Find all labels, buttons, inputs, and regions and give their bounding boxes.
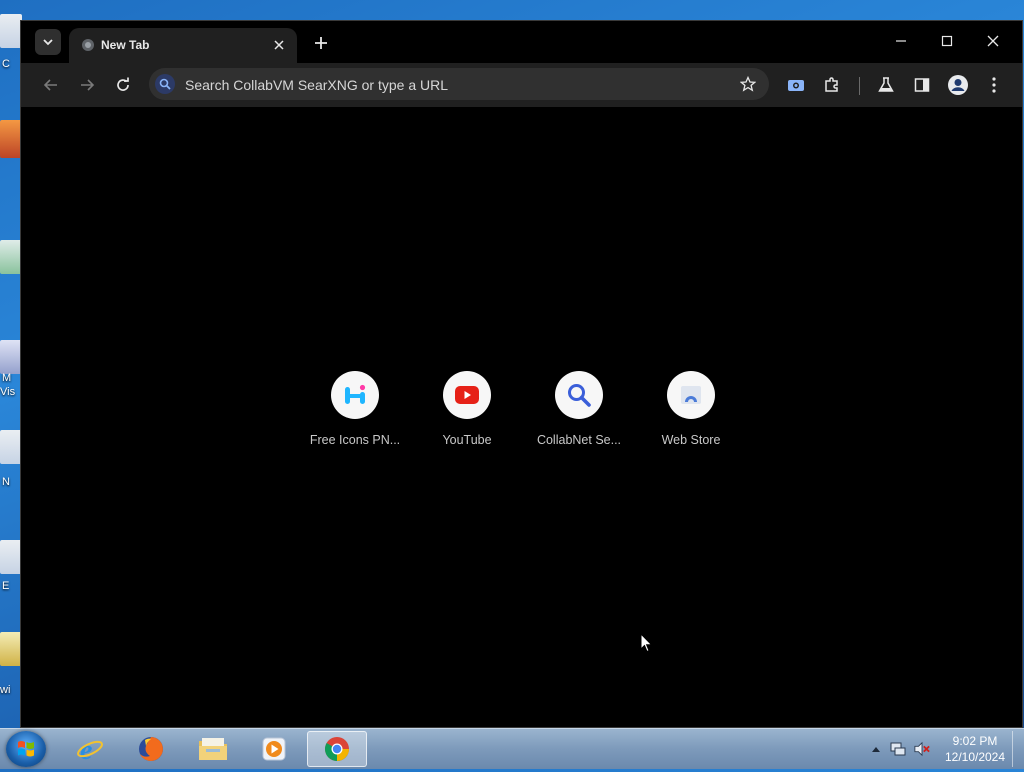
tab-new-tab[interactable]: New Tab — [69, 28, 297, 63]
shortcut-label: Free Icons PN... — [309, 433, 401, 447]
title-bar: New Tab — [21, 21, 1022, 63]
camera-icon — [788, 80, 804, 91]
menu-button[interactable] — [982, 73, 1006, 97]
taskbar-file-explorer[interactable] — [185, 731, 241, 767]
labs-button[interactable] — [874, 73, 898, 97]
start-button[interactable] — [6, 731, 46, 767]
close-icon — [274, 40, 284, 50]
tray-network[interactable] — [890, 741, 906, 757]
close-window-button[interactable] — [978, 29, 1008, 53]
maximize-icon — [941, 35, 953, 47]
bookmark-star-button[interactable] — [739, 75, 757, 93]
reload-button[interactable] — [111, 73, 135, 97]
media-player-icon — [262, 737, 286, 761]
address-bar[interactable] — [149, 68, 769, 100]
flask-icon — [878, 77, 894, 92]
minimize-button[interactable] — [886, 29, 916, 53]
reload-icon — [117, 77, 129, 91]
star-icon — [740, 76, 756, 92]
shortcut-tile[interactable]: YouTube — [412, 371, 522, 447]
tab-search-button[interactable] — [35, 29, 61, 55]
taskbar-chrome[interactable] — [307, 731, 367, 767]
desktop-icon[interactable] — [0, 340, 22, 374]
extension-camera-button[interactable] — [784, 73, 808, 97]
desktop-icon[interactable] — [0, 120, 22, 158]
taskbar-firefox[interactable] — [123, 731, 179, 767]
side-panel-icon — [914, 78, 930, 92]
taskbar: e 9:02 PM 12/10/2024 — [0, 728, 1024, 769]
forward-button[interactable] — [75, 73, 99, 97]
shortcut-label: CollabNet Se... — [536, 433, 622, 447]
shortcut-tile[interactable]: Free Icons PN... — [300, 371, 410, 447]
shortcut-label: Web Store — [661, 433, 721, 447]
search-icon — [568, 384, 591, 407]
file-explorer-icon — [199, 738, 227, 760]
windows-logo-icon — [18, 741, 34, 757]
network-icon — [890, 742, 906, 756]
browser-window: New Tab Search CollabVM SearXNG or type … — [20, 20, 1023, 728]
desktop-icon-label: E — [2, 580, 10, 592]
shortcut-label: YouTube — [442, 433, 492, 447]
tray-show-hidden-button[interactable] — [868, 741, 884, 757]
maximize-button[interactable] — [932, 29, 962, 53]
mouse-cursor-icon — [640, 633, 653, 653]
desktop-icon[interactable] — [0, 430, 22, 464]
youtube-icon — [455, 386, 479, 404]
tab-title: New Tab — [101, 38, 150, 52]
free-icons-icon — [345, 384, 366, 404]
avatar-icon — [948, 75, 968, 95]
firefox-icon — [139, 737, 163, 761]
plus-icon — [315, 37, 327, 49]
back-button[interactable] — [39, 73, 63, 97]
new-tab-page: Free Icons PN... YouTube CollabNet Se...… — [21, 107, 1022, 727]
svg-text:e: e — [80, 735, 92, 764]
caret-up-icon — [872, 747, 880, 752]
desktop-icon[interactable] — [0, 14, 22, 48]
new-tab-button[interactable] — [311, 33, 331, 53]
toolbar — [21, 63, 1022, 107]
desktop-icon-label: N — [2, 476, 10, 488]
shortcut-tile[interactable]: CollabNet Se... — [524, 371, 634, 447]
more-vertical-icon — [992, 77, 996, 93]
system-clock[interactable]: 9:02 PM 12/10/2024 — [940, 733, 1010, 765]
arrow-left-icon — [43, 79, 57, 91]
arrow-right-icon — [81, 79, 95, 91]
side-panel-button[interactable] — [910, 73, 934, 97]
search-icon — [155, 74, 175, 94]
show-desktop-button[interactable] — [1012, 731, 1023, 767]
desktop-icon-label: C — [2, 58, 10, 70]
tray-volume[interactable] — [914, 741, 930, 757]
desktop-icon-label: wi — [0, 684, 11, 696]
desktop-icon[interactable] — [0, 240, 22, 274]
web-store-icon — [681, 386, 701, 404]
minimize-icon — [896, 40, 906, 42]
volume-muted-icon — [914, 741, 930, 757]
internet-explorer-icon: e — [77, 735, 103, 764]
desktop-icon[interactable] — [0, 632, 22, 666]
profile-button[interactable] — [946, 73, 970, 97]
chevron-down-icon — [43, 39, 53, 46]
taskbar-media-player[interactable] — [246, 731, 302, 767]
desktop-icon-label: M — [2, 372, 12, 384]
clock-date: 12/10/2024 — [944, 750, 1006, 764]
extensions-button[interactable] — [820, 73, 844, 97]
close-icon — [987, 35, 999, 47]
toolbar-divider — [859, 77, 860, 95]
omnibox-input[interactable] — [183, 74, 727, 96]
tab-close-button[interactable] — [271, 37, 287, 53]
desktop-icon[interactable] — [0, 540, 22, 574]
shortcut-tile[interactable]: Web Store — [636, 371, 746, 447]
chrome-icon — [324, 737, 349, 762]
desktop-icon-label: Vis — [0, 386, 16, 398]
globe-icon — [82, 39, 94, 51]
puzzle-icon — [825, 77, 838, 92]
taskbar-internet-explorer[interactable]: e — [62, 731, 118, 767]
clock-time: 9:02 PM — [952, 734, 998, 748]
